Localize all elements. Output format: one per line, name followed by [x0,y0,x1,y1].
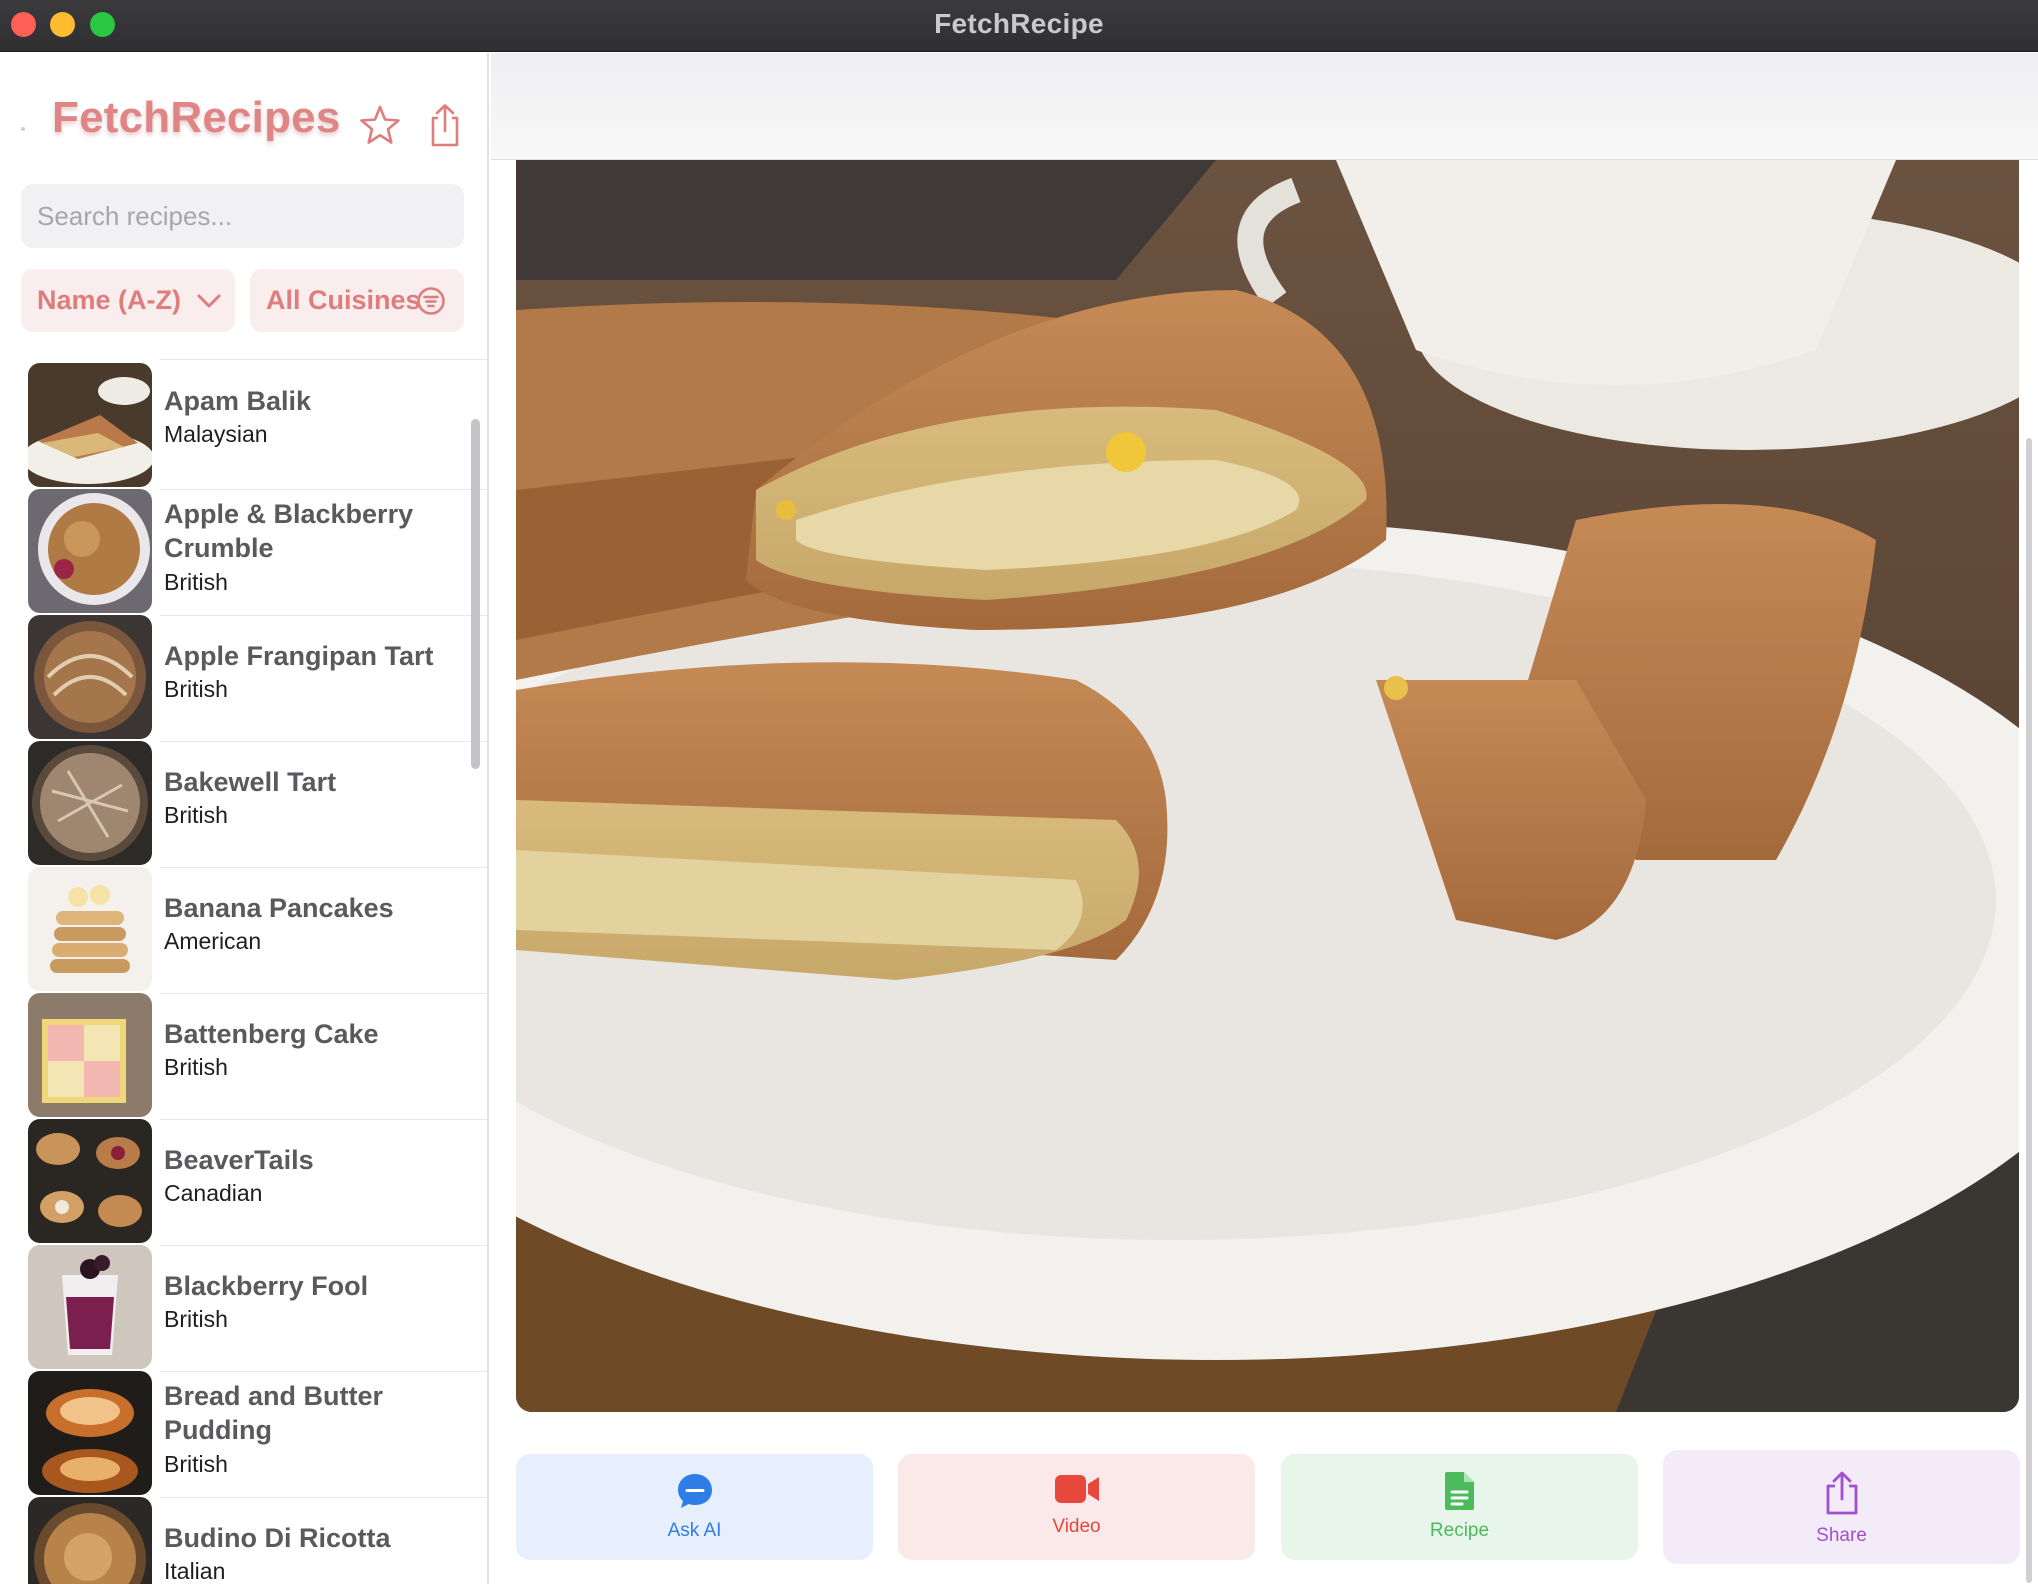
recipe-cuisine: British [164,1306,228,1332]
cuisine-filter[interactable]: All Cuisines [250,269,464,332]
list-item[interactable]: Banana Pancakes American [0,867,487,994]
share-icon[interactable] [421,101,469,149]
filter-icon [417,287,445,315]
recipe-cuisine: British [164,1451,228,1477]
recipe-title: Battenberg Cake [164,1019,379,1049]
window-title: FetchRecipe [934,8,1104,39]
search-input[interactable] [21,184,464,248]
star-icon[interactable] [356,101,404,149]
list-item[interactable]: Apam Balik Malaysian [0,363,487,490]
list-item[interactable]: Bread and Butter Pudding British [0,1371,487,1498]
recipe-cuisine: British [164,569,228,595]
sidebar-dot [21,127,25,131]
cuisine-filter-label: All Cuisines [266,285,421,315]
detail-header-area [491,53,2038,160]
recipe-title: Apam Balik [164,386,312,416]
video-button[interactable]: Video [898,1454,1255,1560]
recipe-hero-image [516,160,2019,1412]
recipe-thumbnail [28,1245,152,1369]
list-item[interactable]: Bakewell Tart British [0,741,487,868]
recipe-thumbnail [28,363,152,487]
list-item[interactable]: Blackberry Fool British [0,1245,487,1372]
recipe-thumbnail [28,993,152,1117]
recipe-cuisine: British [164,676,228,702]
recipe-cuisine: British [164,802,228,828]
recipe-title: Bakewell Tart [164,767,337,797]
recipe-thumbnail [28,1371,152,1495]
sort-dropdown[interactable]: Name (A-Z) [21,269,235,332]
share-button[interactable]: Share [1663,1450,2020,1564]
recipe-title: Banana Pancakes [164,893,394,923]
recipe-thumbnail [28,489,152,613]
chevron-down-icon [197,294,221,308]
app-window: FetchRecipe FetchRecipes Name (A-Z) All … [0,0,2038,1584]
recipe-title: Apple Frangipan Tart [164,641,434,671]
list-item[interactable]: Apple Frangipan Tart British [0,615,487,742]
recipe-thumbnail [28,1119,152,1243]
detail-scrollbar[interactable] [2026,438,2032,1583]
list-divider [160,359,487,360]
list-item[interactable]: Battenberg Cake British [0,993,487,1120]
video-label: Video [1052,1516,1101,1537]
recipe-cuisine: Canadian [164,1180,263,1206]
list-item[interactable]: BeaverTails Canadian [0,1119,487,1246]
recipe-thumbnail [28,1497,152,1584]
recipe-title: Budino Di Ricotta [164,1523,391,1553]
recipe-label: Recipe [1429,1520,1490,1541]
recipe-button[interactable]: Recipe [1281,1454,1638,1560]
recipe-thumbnail [28,615,152,739]
document-icon [1444,1472,1474,1510]
list-item[interactable]: Apple & Blackberry Crumble British [0,489,487,616]
video-camera-icon [1054,1475,1099,1503]
recipe-title: Apple & Blackberry Crumble [164,499,414,563]
sidebar: FetchRecipes Name (A-Z) All Cuisines [0,53,489,1584]
recipe-cuisine: British [164,1054,228,1080]
title-bar: FetchRecipe [0,0,2038,52]
recipe-thumbnail [28,741,152,865]
ask-ai-label: Ask AI [667,1520,722,1541]
recipe-thumbnail [28,867,152,991]
share-label: Share [1816,1525,1867,1546]
brand-title: FetchRecipes [52,93,341,142]
recipe-cuisine: American [164,928,262,954]
share-icon [1826,1471,1857,1515]
recipe-cuisine: Italian [164,1558,226,1584]
chat-bubble-icon [677,1474,712,1508]
recipe-title: Bread and Butter Pudding [164,1381,384,1445]
recipe-title: BeaverTails [164,1145,314,1175]
recipe-cuisine: Malaysian [164,421,268,447]
sidebar-scrollbar[interactable] [471,419,480,769]
detail-pane: Ask AI Video Recipe Share [491,53,2038,1584]
recipe-title: Blackberry Fool [164,1271,369,1301]
ask-ai-button[interactable]: Ask AI [516,1454,873,1560]
list-item[interactable]: Budino Di Ricotta Italian [0,1497,487,1584]
sort-label: Name (A-Z) [37,285,182,315]
